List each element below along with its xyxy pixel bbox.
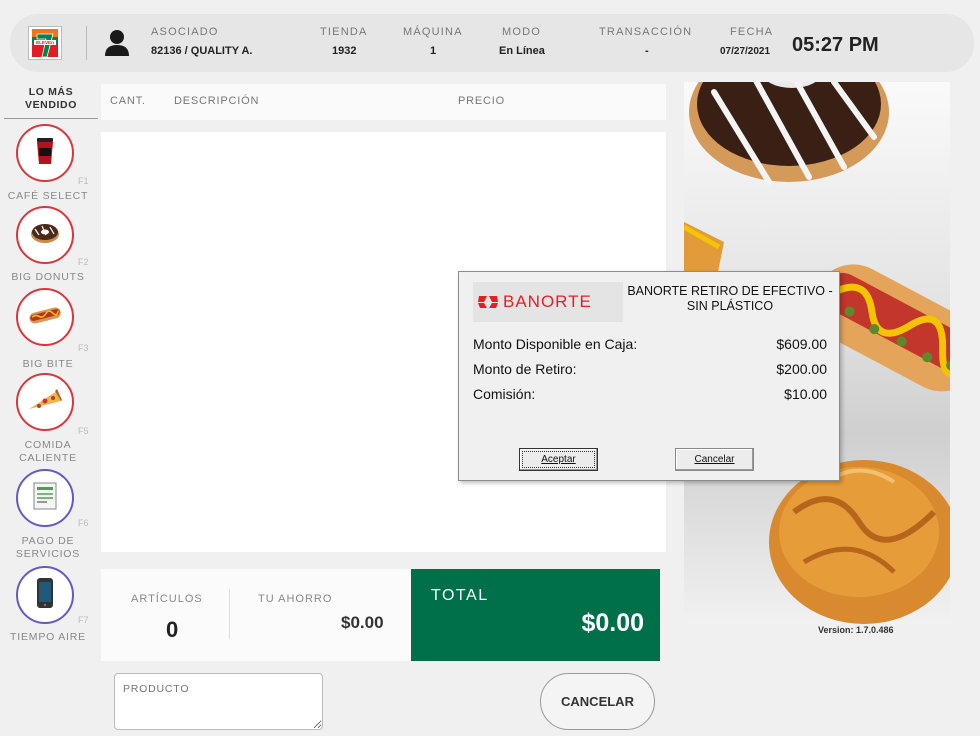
dialog-row-available: Monto Disponible en Caja: $609.00 [473,336,827,352]
banorte-logo-icon [478,296,498,308]
totals-panel: ARTÍCULOS 0 TU AHORRO $0.00 [101,569,411,661]
category-label-cafe-select: CAFÉ SELECT [7,190,89,202]
store-value: 1932 [332,45,357,57]
category-label-pago-de-servicios: PAGO DE SERVICIOS [15,535,81,560]
total-panel: TOTAL $0.00 [411,569,660,661]
column-header-precio: PRECIO [458,95,505,107]
column-header-descripcion: DESCRIPCIÓN [174,95,260,107]
best-sellers-title: LO MÁS VENDIDO [24,86,78,111]
coffee-cup-icon [32,136,58,171]
withdrawal-value: $200.00 [776,361,827,377]
phone-icon [35,577,55,614]
available-value: $609.00 [776,336,827,352]
category-key-f6: F6 [78,518,89,528]
transaction-value: - [645,45,649,57]
category-comida-caliente-button[interactable] [16,373,74,431]
category-key-f5: F5 [78,426,89,436]
svg-text:ELEVEn: ELEVEn [36,40,54,45]
user-icon[interactable] [104,29,130,62]
commission-label: Comisión: [473,386,536,402]
associate-label: ASOCIADO [151,26,219,38]
column-header-cant: CANT. [110,95,146,107]
date-label: FECHA [730,26,774,38]
top-header-bar: ELEVEn ASOCIADO 82136 / QUALITY A. TIEND… [10,14,974,72]
store-label: TIENDA [320,26,368,38]
mode-value: En Línea [499,45,545,57]
accept-button-label: Aceptar [541,454,576,465]
category-cafe-select-button[interactable] [16,124,74,182]
banorte-logo: BANORTE [473,282,623,322]
category-big-donuts-button[interactable] [16,206,74,264]
product-input[interactable] [114,673,323,730]
total-label: TOTAL [431,587,489,604]
dialog-row-withdrawal: Monto de Retiro: $200.00 [473,361,827,377]
header-divider [86,26,87,60]
donut-icon [29,221,61,250]
banorte-withdrawal-dialog: BANORTE BANORTE RETIRO DE EFECTIVO - SIN… [458,271,840,481]
dialog-cancel-button[interactable]: Cancelar [675,448,754,471]
articles-count: 0 [166,617,179,642]
category-big-bite-button[interactable] [16,288,74,346]
commission-value: $10.00 [784,386,827,402]
dialog-title: BANORTE RETIRO DE EFECTIVO - SIN PLÁSTIC… [627,284,833,313]
total-value: $0.00 [581,609,644,637]
category-pago-de-servicios-button[interactable] [16,469,74,527]
category-tiempo-aire-button[interactable] [16,566,74,624]
available-label: Monto Disponible en Caja: [473,336,638,352]
category-key-f3: F3 [78,343,89,353]
machine-label: MÁQUINA [403,26,463,38]
category-label-comida-caliente: COMIDA CALIENTE [19,439,77,464]
machine-value: 1 [430,45,437,57]
accept-button[interactable]: Aceptar [519,448,598,471]
hotdog-icon [27,304,63,331]
seven-eleven-logo: ELEVEn [28,26,62,60]
best-sellers-underline [4,118,98,119]
category-label-big-bite: BIG BITE [22,358,74,370]
category-label-tiempo-aire: TIEMPO AIRE [10,631,86,643]
savings-label: TU AHORRO [258,593,333,605]
category-key-f1: F1 [78,176,89,186]
articles-label: ARTÍCULOS [131,593,203,605]
associate-value: 82136 / QUALITY A. [151,45,253,57]
version-label: Version: 1.7.0.486 [818,625,894,635]
pizza-icon [27,387,63,418]
dialog-cancel-button-label: Cancelar [694,454,735,465]
category-key-f2: F2 [78,257,89,267]
dialog-row-commission: Comisión: $10.00 [473,386,827,402]
mode-label: MODO [502,26,542,38]
items-table-header: CANT. DESCRIPCIÓN PRECIO [101,84,666,120]
clock-time: 05:27 PM [792,34,879,56]
totals-divider [229,589,230,639]
transaction-label: TRANSACCIÓN [599,26,693,38]
banorte-logo-text: BANORTE [503,292,592,311]
date-value: 07/27/2021 [720,46,771,57]
savings-value: $0.00 [341,613,384,632]
cancel-transaction-button[interactable]: CANCELAR [540,673,655,730]
category-key-f7: F7 [78,615,89,625]
category-label-big-donuts: BIG DONUTS [11,271,85,283]
withdrawal-label: Monto de Retiro: [473,361,577,377]
bill-icon [32,481,58,516]
